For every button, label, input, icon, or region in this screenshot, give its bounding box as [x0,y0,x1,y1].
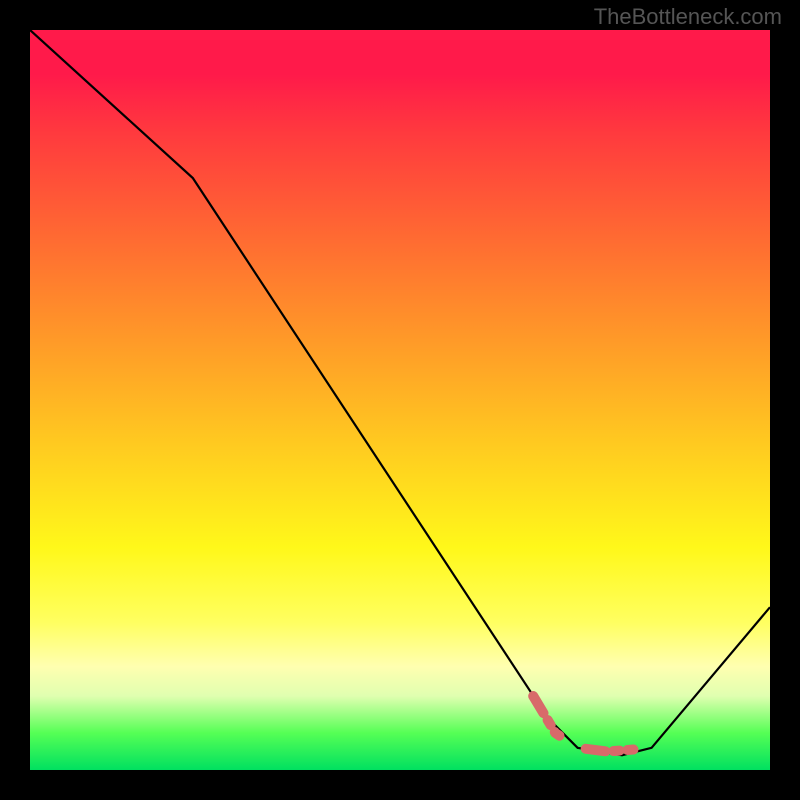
bottleneck-curve-path [30,30,770,755]
chart-svg [30,30,770,770]
optimal-range-highlight [533,696,651,752]
watermark-text: TheBottleneck.com [594,4,782,30]
plot-area [30,30,770,770]
